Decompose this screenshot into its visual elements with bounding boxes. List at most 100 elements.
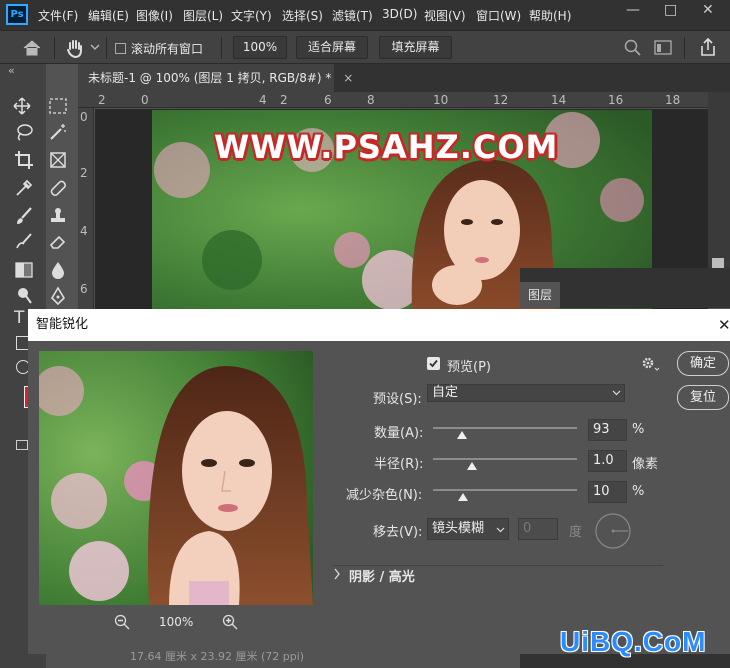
remove-select-value: 镜头模糊 [432, 521, 485, 536]
radius-input[interactable]: 1.0 [588, 450, 627, 472]
hand-tool-icon[interactable] [64, 37, 86, 59]
menu-image[interactable]: 图像(I) [136, 7, 173, 24]
restore-button[interactable]: □ [664, 2, 677, 18]
chevron-down-icon[interactable] [90, 43, 100, 51]
ruler-label: 4 [80, 224, 88, 238]
pen-tool-icon[interactable] [48, 286, 68, 306]
ruler-label: 14 [551, 93, 567, 107]
menu-bar: Ps 文件(F) 编辑(E) 图像(I) 图层(L) 文字(Y) 选择(S) 滤… [0, 0, 730, 30]
search-icon[interactable] [624, 39, 642, 57]
ruler-label: 6 [324, 93, 332, 107]
canvas-watermark: WWW.PSAHZ.COM [214, 128, 559, 166]
preview-checkbox[interactable] [427, 357, 440, 370]
eraser-tool-icon[interactable] [48, 232, 68, 252]
scroll-all-label: 滚动所有窗口 [131, 42, 204, 56]
angle-dial[interactable] [594, 512, 632, 550]
ruler-label: 6 [80, 282, 88, 296]
amount-label: 数量(A): [374, 426, 424, 441]
collapse-toolbox-icon[interactable]: « [8, 64, 15, 77]
chevron-down-icon [612, 390, 621, 396]
document-tab-close-icon[interactable]: × [343, 71, 353, 85]
reduce-noise-slider-track[interactable] [433, 489, 577, 491]
status-bar: 17.64 厘米 x 23.92 厘米 (72 ppi) [130, 650, 305, 663]
angle-unit: 度 [569, 525, 583, 540]
move-tool-icon[interactable] [12, 96, 32, 116]
menu-window[interactable]: 窗口(W) [476, 7, 521, 24]
zoom-in-icon[interactable] [222, 614, 238, 630]
reduce-noise-input[interactable]: 10 [588, 481, 627, 503]
photoshop-logo: Ps [6, 4, 28, 25]
layers-panel-tab[interactable]: 图层 [520, 282, 560, 308]
ruler-label: 2 [280, 93, 288, 107]
radius-label: 半径(R): [374, 457, 424, 472]
dodge-tool-icon[interactable] [14, 286, 34, 306]
close-window-button[interactable]: ✕ [702, 2, 714, 18]
document-tab-title: 未标题-1 @ 100% (图层 1 拷贝, RGB/8#) * [88, 71, 332, 85]
menu-filter[interactable]: 滤镜(T) [332, 7, 373, 24]
reduce-noise-label: 减少杂色(N): [346, 488, 423, 503]
menu-select[interactable]: 选择(S) [282, 7, 323, 24]
dialog-close-icon[interactable]: ✕ [718, 309, 730, 341]
radius-slider-track[interactable] [433, 458, 577, 460]
eyedropper-icon[interactable] [14, 178, 34, 198]
magic-wand-icon[interactable] [48, 122, 68, 142]
minimize-button[interactable]: — [626, 2, 640, 18]
reset-button[interactable]: 复位 [677, 385, 729, 410]
radius-slider-thumb[interactable] [467, 462, 478, 470]
menu-help[interactable]: 帮助(H) [529, 7, 571, 24]
lasso-tool-icon[interactable] [14, 122, 34, 142]
scroll-all-checkbox[interactable] [115, 43, 126, 54]
dialog-preview-image[interactable] [39, 351, 313, 605]
menu-type[interactable]: 文字(Y) [231, 7, 272, 24]
zoom-value-button[interactable]: 100% [233, 36, 287, 59]
chevron-down-icon [496, 527, 505, 533]
menu-file[interactable]: 文件(F) [38, 7, 78, 24]
home-icon[interactable] [22, 39, 42, 57]
amount-slider-thumb[interactable] [457, 431, 468, 439]
menu-edit[interactable]: 编辑(E) [88, 7, 129, 24]
ruler-label: 10 [433, 93, 449, 107]
menu-layer[interactable]: 图层(L) [183, 7, 223, 24]
gear-icon[interactable] [641, 356, 661, 372]
crop-tool-icon[interactable] [14, 150, 34, 170]
remove-label: 移去(V): [373, 525, 423, 540]
gradient-tool-icon[interactable] [14, 260, 34, 280]
ruler-top: 2 0 2 4 6 8 10 12 14 16 18 [78, 92, 708, 108]
workspace-icon[interactable] [654, 40, 672, 55]
frame-tool-icon[interactable] [48, 150, 68, 170]
site-watermark-logo: UiBQ.CoM [560, 626, 707, 657]
fit-screen-button[interactable]: 适合屏幕 [296, 36, 368, 59]
history-brush-icon[interactable] [14, 232, 34, 252]
ruler-label: 4 [259, 93, 267, 107]
healing-brush-icon[interactable] [48, 178, 68, 198]
zoom-out-icon[interactable] [114, 614, 130, 630]
type-tool-icon[interactable]: T [14, 308, 24, 328]
ruler-label: 8 [367, 93, 375, 107]
share-icon[interactable] [698, 37, 718, 57]
preset-select[interactable]: 自定 [427, 384, 625, 402]
brush-tool-icon[interactable] [14, 206, 34, 226]
amount-unit: % [632, 422, 645, 437]
document-tab-bar: 未标题-1 @ 100% (图层 1 拷贝, RGB/8#) * × [78, 64, 730, 92]
fill-screen-button[interactable]: 填充屏幕 [379, 36, 452, 59]
amount-slider-track[interactable] [433, 427, 577, 429]
marquee-tool-icon[interactable] [48, 96, 68, 116]
remove-select[interactable]: 镜头模糊 [427, 518, 509, 540]
angle-input[interactable]: 0 [518, 518, 558, 540]
reduce-noise-unit: % [632, 484, 645, 499]
reduce-noise-slider-thumb[interactable] [458, 493, 469, 501]
menu-view[interactable]: 视图(V) [424, 7, 466, 24]
document-tab[interactable]: 未标题-1 @ 100% (图层 1 拷贝, RGB/8#) * × [78, 64, 353, 92]
ok-button[interactable]: 确定 [677, 351, 729, 376]
menu-3d[interactable]: 3D(D) [382, 7, 417, 21]
ruler-label: 18 [665, 93, 681, 107]
quick-mask-icon[interactable] [16, 440, 28, 450]
amount-input[interactable]: 93 [588, 419, 627, 441]
shadows-highlights-toggle[interactable]: 阴影 / 高光 [349, 566, 415, 585]
clone-stamp-icon[interactable] [48, 206, 68, 226]
chevron-right-icon[interactable] [333, 568, 341, 580]
ruler-label: 2 [80, 166, 88, 180]
blur-tool-icon[interactable] [48, 260, 68, 280]
vertical-scrollbar[interactable] [708, 92, 730, 272]
preset-select-value: 自定 [432, 385, 459, 400]
